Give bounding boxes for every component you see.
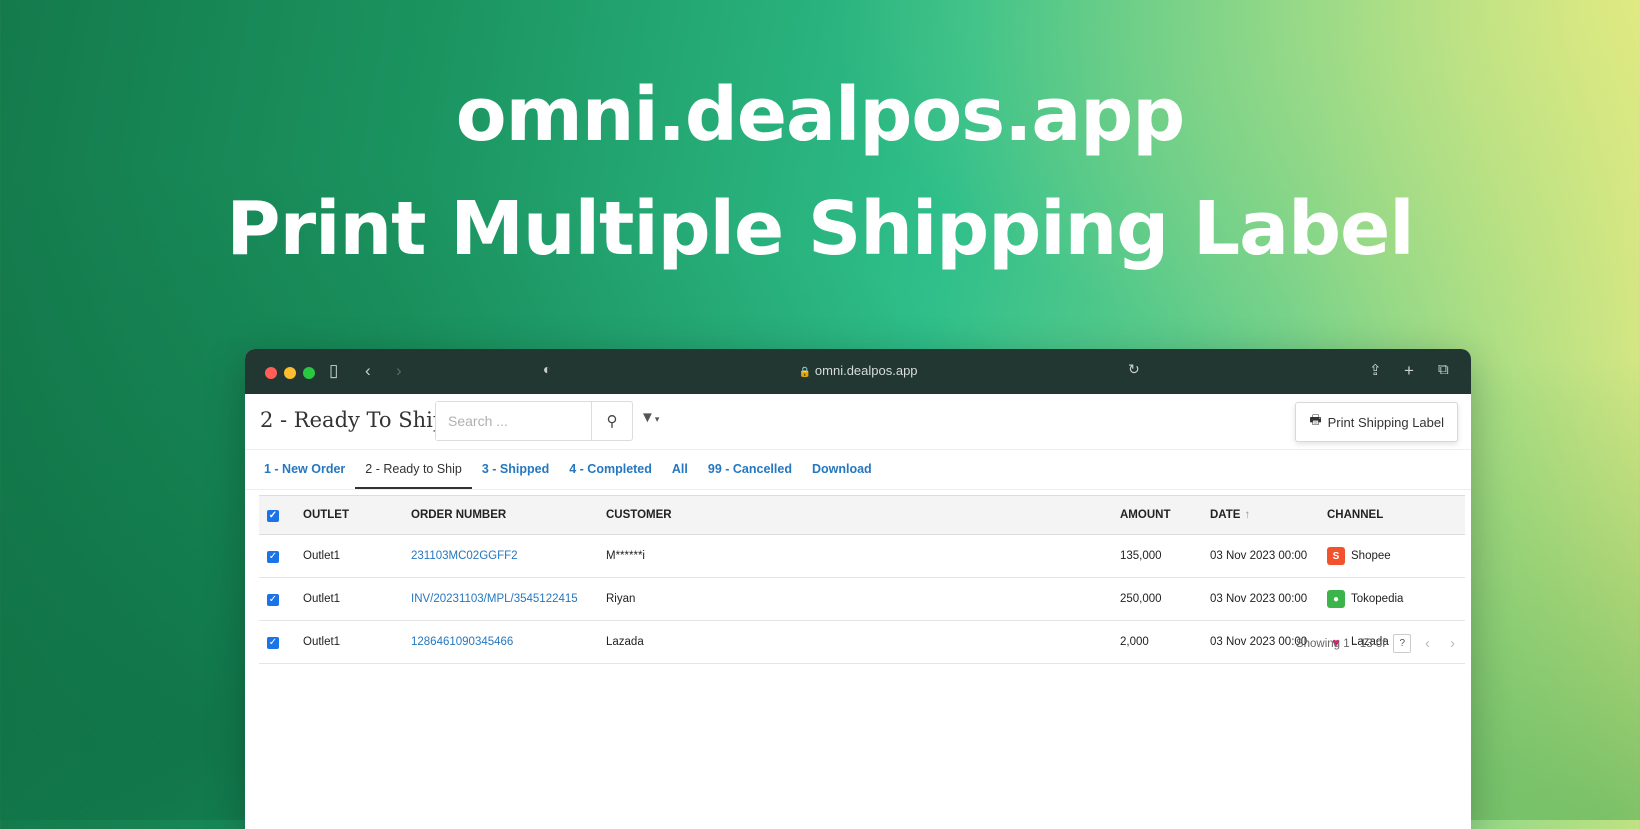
page-toolbar: 2 - Ready To Ship ⚲ ▼▾ 🖶 Print Shipping … — [245, 394, 1471, 450]
table-header-row: ✓ OUTLET ORDER NUMBER CUSTOMER AMOUNT DA… — [259, 495, 1465, 535]
channel-name: Shopee — [1351, 550, 1391, 562]
status-tabs: 1 - New Order 2 - Ready to Ship 3 - Ship… — [245, 450, 1471, 490]
column-header-date: DATE — [1210, 509, 1241, 521]
filter-button[interactable]: ▼▾ — [640, 409, 659, 426]
column-header-outlet[interactable]: OUTLET — [302, 495, 410, 535]
amount-cell: 2,000 — [1119, 620, 1209, 664]
tokopedia-icon: ● — [1327, 590, 1345, 608]
new-tab-icon[interactable]: + — [1404, 361, 1414, 381]
channel-cell: S Shopee — [1326, 534, 1465, 578]
channel-cell: ● Tokopedia — [1326, 577, 1465, 621]
previous-page-icon[interactable]: ‹ — [1419, 635, 1436, 652]
orders-table: ✓ OUTLET ORDER NUMBER CUSTOMER AMOUNT DA… — [259, 495, 1465, 664]
outlet-cell: Outlet1 — [302, 577, 410, 621]
filter-icon: ▼ — [640, 409, 655, 426]
search-input[interactable] — [436, 402, 591, 440]
tab-completed[interactable]: 4 - Completed — [559, 450, 662, 489]
page-title: 2 - Ready To Ship — [260, 408, 447, 432]
tab-cancelled[interactable]: 99 - Cancelled — [698, 450, 802, 489]
row-select-cell: ✓ — [259, 577, 302, 621]
row-checkbox[interactable]: ✓ — [267, 636, 279, 649]
print-button-label: Print Shipping Label — [1327, 414, 1444, 430]
amount-cell: 135,000 — [1119, 534, 1209, 578]
order-number-link[interactable]: 231103MC02GGFF2 — [410, 534, 605, 578]
row-checkbox[interactable]: ✓ — [267, 593, 279, 606]
order-number-link[interactable]: 1286461090345466 — [410, 620, 605, 664]
column-header-date-cell[interactable]: DATE ↑ — [1209, 495, 1326, 535]
address-bar[interactable]: 🔒 omni.dealpos.app — [245, 363, 1471, 378]
sort-ascending-icon: ↑ — [1244, 509, 1251, 521]
search-box: ⚲ — [435, 401, 633, 441]
select-all-cell: ✓ — [259, 495, 302, 535]
column-header-order-number[interactable]: ORDER NUMBER — [410, 495, 605, 535]
browser-window: ▯ ‹ › ◐ 🔒 omni.dealpos.app ↻ ⇪ + ⧉ 2 - Re… — [245, 349, 1471, 829]
share-icon[interactable]: ⇪ — [1369, 361, 1382, 379]
url-text: omni.dealpos.app — [814, 363, 918, 378]
select-all-checkbox[interactable]: ✓ — [267, 509, 279, 522]
column-header-customer[interactable]: CUSTOMER — [605, 495, 1119, 535]
tab-all[interactable]: All — [662, 450, 698, 489]
pagination-text: Showing 1 - 13 of — [1295, 637, 1386, 650]
amount-cell: 250,000 — [1119, 577, 1209, 621]
reload-icon[interactable]: ↻ — [1128, 361, 1140, 378]
row-select-cell: ✓ — [259, 534, 302, 578]
table-row[interactable]: ✓ Outlet1 231103MC02GGFF2 M******i 135,0… — [259, 534, 1465, 578]
pagination-total[interactable]: ? — [1393, 634, 1411, 653]
hero-title: omni.dealpos.app — [455, 72, 1185, 158]
lock-icon: 🔒 — [798, 367, 811, 378]
browser-titlebar: ▯ ‹ › ◐ 🔒 omni.dealpos.app ↻ ⇪ + ⧉ — [245, 349, 1471, 394]
customer-cell: Riyan — [605, 577, 1119, 621]
table-row[interactable]: ✓ Outlet1 INV/20231103/MPL/3545122415 Ri… — [259, 577, 1465, 621]
search-icon: ⚲ — [606, 413, 618, 430]
row-checkbox[interactable]: ✓ — [267, 550, 279, 563]
tab-ready-to-ship[interactable]: 2 - Ready to Ship — [355, 450, 472, 489]
customer-cell: Lazada — [605, 620, 1119, 664]
row-select-cell: ✓ — [259, 620, 302, 664]
column-header-amount[interactable]: AMOUNT — [1119, 495, 1209, 535]
tab-download[interactable]: Download — [802, 450, 882, 489]
shopee-icon: S — [1327, 547, 1345, 565]
table-row[interactable]: ✓ Outlet1 1286461090345466 Lazada 2,000 … — [259, 620, 1465, 664]
outlet-cell: Outlet1 — [302, 620, 410, 664]
customer-cell: M******i — [605, 534, 1119, 578]
tabs-overview-icon[interactable]: ⧉ — [1438, 361, 1449, 378]
hero-subtitle: Print Multiple Shipping Label — [226, 186, 1414, 272]
chevron-down-icon: ▾ — [654, 414, 660, 424]
search-button[interactable]: ⚲ — [591, 402, 632, 440]
date-cell: 03 Nov 2023 00:00 — [1209, 577, 1326, 621]
channel-name: Tokopedia — [1351, 593, 1404, 605]
print-shipping-label-button[interactable]: 🖶 Print Shipping Label — [1295, 402, 1458, 442]
date-cell: 03 Nov 2023 00:00 — [1209, 534, 1326, 578]
tab-new-order[interactable]: 1 - New Order — [254, 450, 355, 489]
pagination: Showing 1 - 13 of ? ‹ › — [1296, 634, 1461, 653]
order-number-link[interactable]: INV/20231103/MPL/3545122415 — [410, 577, 605, 621]
printer-icon: 🖶 — [1309, 412, 1322, 427]
next-page-icon[interactable]: › — [1444, 635, 1461, 652]
outlet-cell: Outlet1 — [302, 534, 410, 578]
tab-shipped[interactable]: 3 - Shipped — [472, 450, 559, 489]
column-header-channel[interactable]: CHANNEL — [1326, 495, 1465, 535]
